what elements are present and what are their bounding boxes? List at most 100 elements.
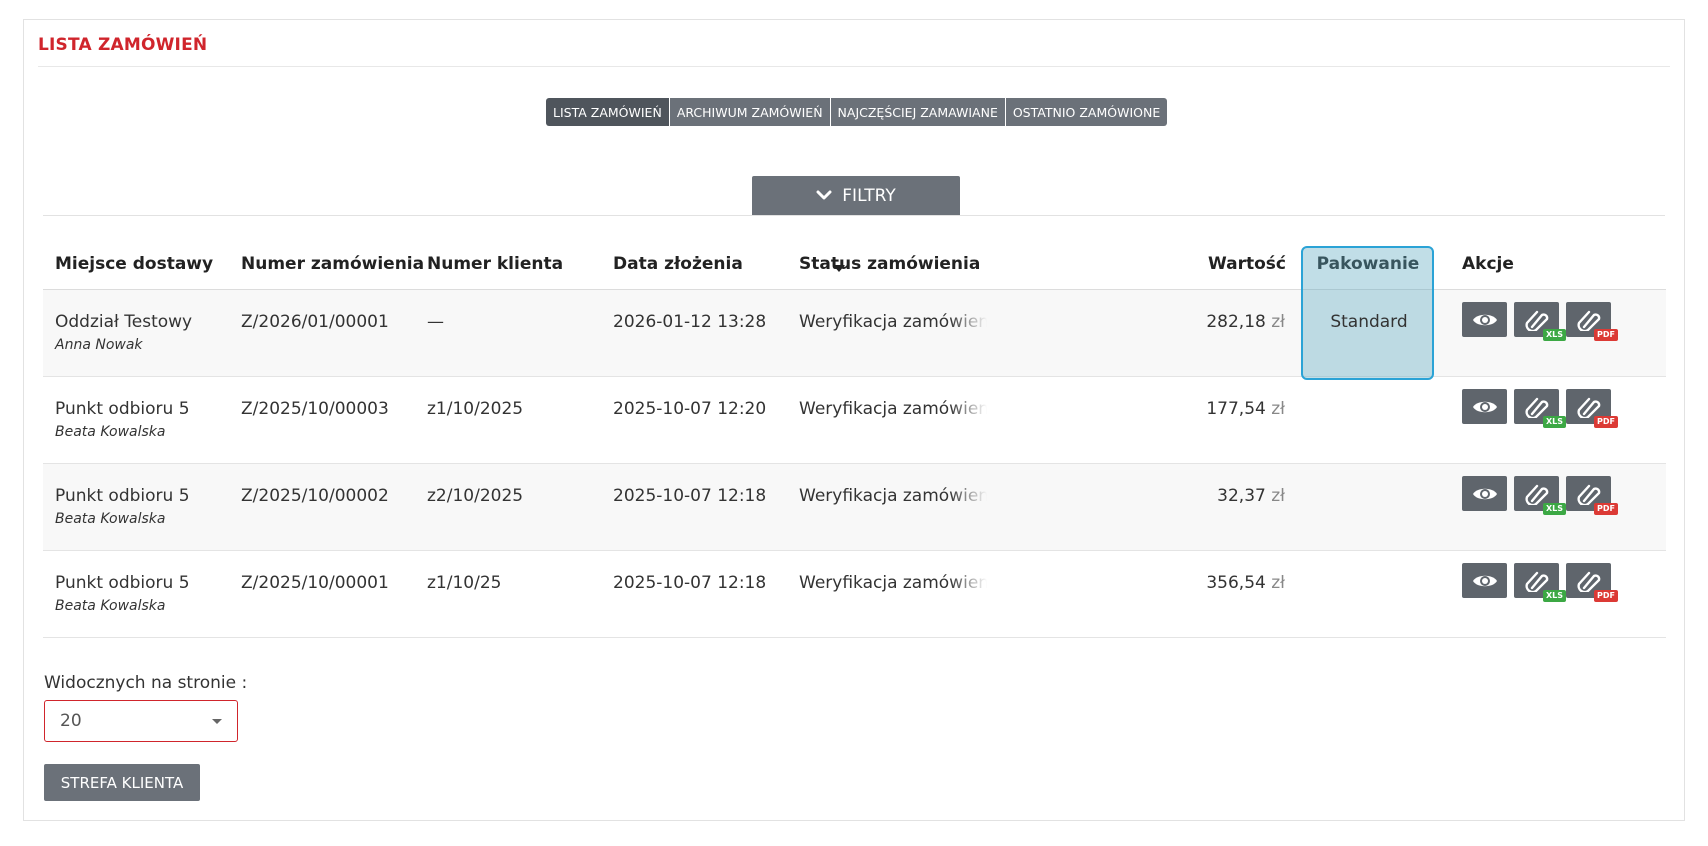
delivery-place: Punkt odbioru 5 xyxy=(55,399,190,419)
order-number[interactable]: Z/2025/10/00002 xyxy=(241,486,389,506)
paperclip-icon xyxy=(1576,397,1600,418)
order-value: 282,18 zł xyxy=(1161,312,1285,332)
delivery-place: Punkt odbioru 5 xyxy=(55,573,190,593)
filters-divider xyxy=(43,215,1665,216)
order-number[interactable]: Z/2025/10/00001 xyxy=(241,573,389,593)
download-pdf-button[interactable]: PDF xyxy=(1566,302,1618,341)
paperclip-icon xyxy=(1524,571,1548,592)
page-title: LISTA ZAMÓWIEŃ xyxy=(38,35,208,55)
table-row[interactable]: Punkt odbioru 5 Beata Kowalska Z/2025/10… xyxy=(43,464,1666,551)
client-zone-button[interactable]: STREFA KLIENTA xyxy=(44,764,200,801)
download-pdf-button[interactable]: PDF xyxy=(1566,389,1618,428)
view-order-button[interactable] xyxy=(1462,302,1507,337)
table-header: Miejsce dostawy Numer zamówienia Numer k… xyxy=(43,240,1666,290)
xls-badge: XLS xyxy=(1542,590,1566,602)
table-row[interactable]: Punkt odbioru 5 Beata Kowalska Z/2025/10… xyxy=(43,551,1666,638)
download-pdf-button[interactable]: PDF xyxy=(1566,563,1618,602)
per-page-select[interactable]: 20 xyxy=(44,700,238,742)
row-actions: XLS PDF xyxy=(1462,302,1618,341)
xls-badge: XLS xyxy=(1542,416,1566,428)
column-header-delivery[interactable]: Miejsce dostawy xyxy=(55,254,213,274)
paperclip-icon xyxy=(1576,310,1600,331)
tab-order-archive[interactable]: ARCHIWUM ZAMÓWIEŃ xyxy=(668,98,830,126)
title-divider xyxy=(38,66,1670,67)
order-value-amount: 177,54 xyxy=(1206,399,1266,419)
column-header-date[interactable]: Data złożenia xyxy=(613,254,743,274)
download-xls-button[interactable]: XLS xyxy=(1514,389,1566,428)
column-header-packing[interactable]: Pakowanie xyxy=(1314,254,1422,274)
delivery-person: Anna Nowak xyxy=(55,337,143,353)
paperclip-icon xyxy=(1576,484,1600,505)
order-tabs: LISTA ZAMÓWIEŃ ARCHIWUM ZAMÓWIEŃ NAJCZĘŚ… xyxy=(546,98,1168,126)
column-header-client-number[interactable]: Numer klienta xyxy=(427,254,563,274)
order-status: Weryfikacja zamówienia xyxy=(799,486,987,506)
order-value-amount: 282,18 xyxy=(1206,312,1266,332)
column-header-actions: Akcje xyxy=(1462,254,1514,274)
pdf-badge: PDF xyxy=(1594,503,1618,515)
order-status: Weryfikacja zamówienia xyxy=(799,573,987,593)
eye-icon xyxy=(1472,314,1497,325)
order-date: 2025-10-07 12:18 xyxy=(613,573,767,593)
view-order-button[interactable] xyxy=(1462,563,1507,598)
chevron-down-icon xyxy=(816,190,832,199)
pdf-badge: PDF xyxy=(1594,329,1618,341)
eye-icon xyxy=(1472,575,1497,586)
column-header-value[interactable]: Wartość xyxy=(1162,254,1286,274)
table-row[interactable]: Oddział Testowy Anna Nowak Z/2026/01/000… xyxy=(43,290,1666,377)
order-number[interactable]: Z/2025/10/00003 xyxy=(241,399,389,419)
order-date: 2026-01-12 13:28 xyxy=(613,312,767,332)
per-page-value: 20 xyxy=(60,711,82,731)
per-page-label: Widocznych na stronie : xyxy=(44,673,248,693)
xls-badge: XLS xyxy=(1542,503,1566,515)
delivery-person: Beata Kowalska xyxy=(55,424,166,440)
download-pdf-button[interactable]: PDF xyxy=(1566,476,1618,515)
packing-type: Standard xyxy=(1330,312,1408,332)
column-header-status[interactable]: Status zamówienia xyxy=(799,254,980,274)
download-xls-button[interactable]: XLS xyxy=(1514,563,1566,602)
order-value-amount: 356,54 xyxy=(1206,573,1266,593)
order-status: Weryfikacja zamówienia xyxy=(799,399,987,419)
order-value-currency: zł xyxy=(1271,486,1285,506)
download-xls-button[interactable]: XLS xyxy=(1514,302,1566,341)
filters-button[interactable]: FILTRY xyxy=(752,176,960,215)
delivery-person: Beata Kowalska xyxy=(55,511,166,527)
order-number[interactable]: Z/2026/01/00001 xyxy=(241,312,389,332)
delivery-place: Punkt odbioru 5 xyxy=(55,486,190,506)
row-actions: XLS PDF xyxy=(1462,563,1618,602)
pdf-badge: PDF xyxy=(1594,416,1618,428)
delivery-place: Oddział Testowy xyxy=(55,312,193,332)
column-header-order-number[interactable]: Numer zamówienia xyxy=(241,254,424,274)
order-value-currency: zł xyxy=(1271,312,1285,332)
order-value-amount: 32,37 xyxy=(1217,486,1266,506)
client-number: z1/10/2025 xyxy=(427,399,524,419)
pdf-badge: PDF xyxy=(1594,590,1618,602)
order-date: 2025-10-07 12:18 xyxy=(613,486,767,506)
client-number: z1/10/25 xyxy=(427,573,502,593)
view-order-button[interactable] xyxy=(1462,476,1507,511)
tab-most-ordered[interactable]: NAJCZĘŚCIEJ ZAMAWIANE xyxy=(829,98,1005,126)
eye-icon xyxy=(1472,488,1497,499)
order-date: 2025-10-07 12:20 xyxy=(613,399,767,419)
view-order-button[interactable] xyxy=(1462,389,1507,424)
paperclip-icon xyxy=(1524,310,1548,331)
paperclip-icon xyxy=(1524,397,1548,418)
filters-label: FILTRY xyxy=(842,185,896,206)
paperclip-icon xyxy=(1576,571,1600,592)
table-row[interactable]: Punkt odbioru 5 Beata Kowalska Z/2025/10… xyxy=(43,377,1666,464)
client-number: — xyxy=(427,312,444,332)
paperclip-icon xyxy=(1524,484,1548,505)
order-value: 177,54 zł xyxy=(1161,399,1285,419)
tab-recently-ordered[interactable]: OSTATNIO ZAMÓWIONE xyxy=(1004,98,1168,126)
orders-table: Miejsce dostawy Numer zamówienia Numer k… xyxy=(43,240,1666,638)
tab-order-list[interactable]: LISTA ZAMÓWIEŃ xyxy=(546,98,669,126)
client-number: z2/10/2025 xyxy=(427,486,524,506)
order-value: 32,37 zł xyxy=(1161,486,1285,506)
delivery-person: Beata Kowalska xyxy=(55,598,166,614)
download-xls-button[interactable]: XLS xyxy=(1514,476,1566,515)
row-actions: XLS PDF xyxy=(1462,476,1618,515)
orders-panel: LISTA ZAMÓWIEŃ LISTA ZAMÓWIEŃ ARCHIWUM Z… xyxy=(23,19,1685,821)
order-value-currency: zł xyxy=(1271,573,1285,593)
row-actions: XLS PDF xyxy=(1462,389,1618,428)
order-value-currency: zł xyxy=(1271,399,1285,419)
eye-icon xyxy=(1472,401,1497,412)
